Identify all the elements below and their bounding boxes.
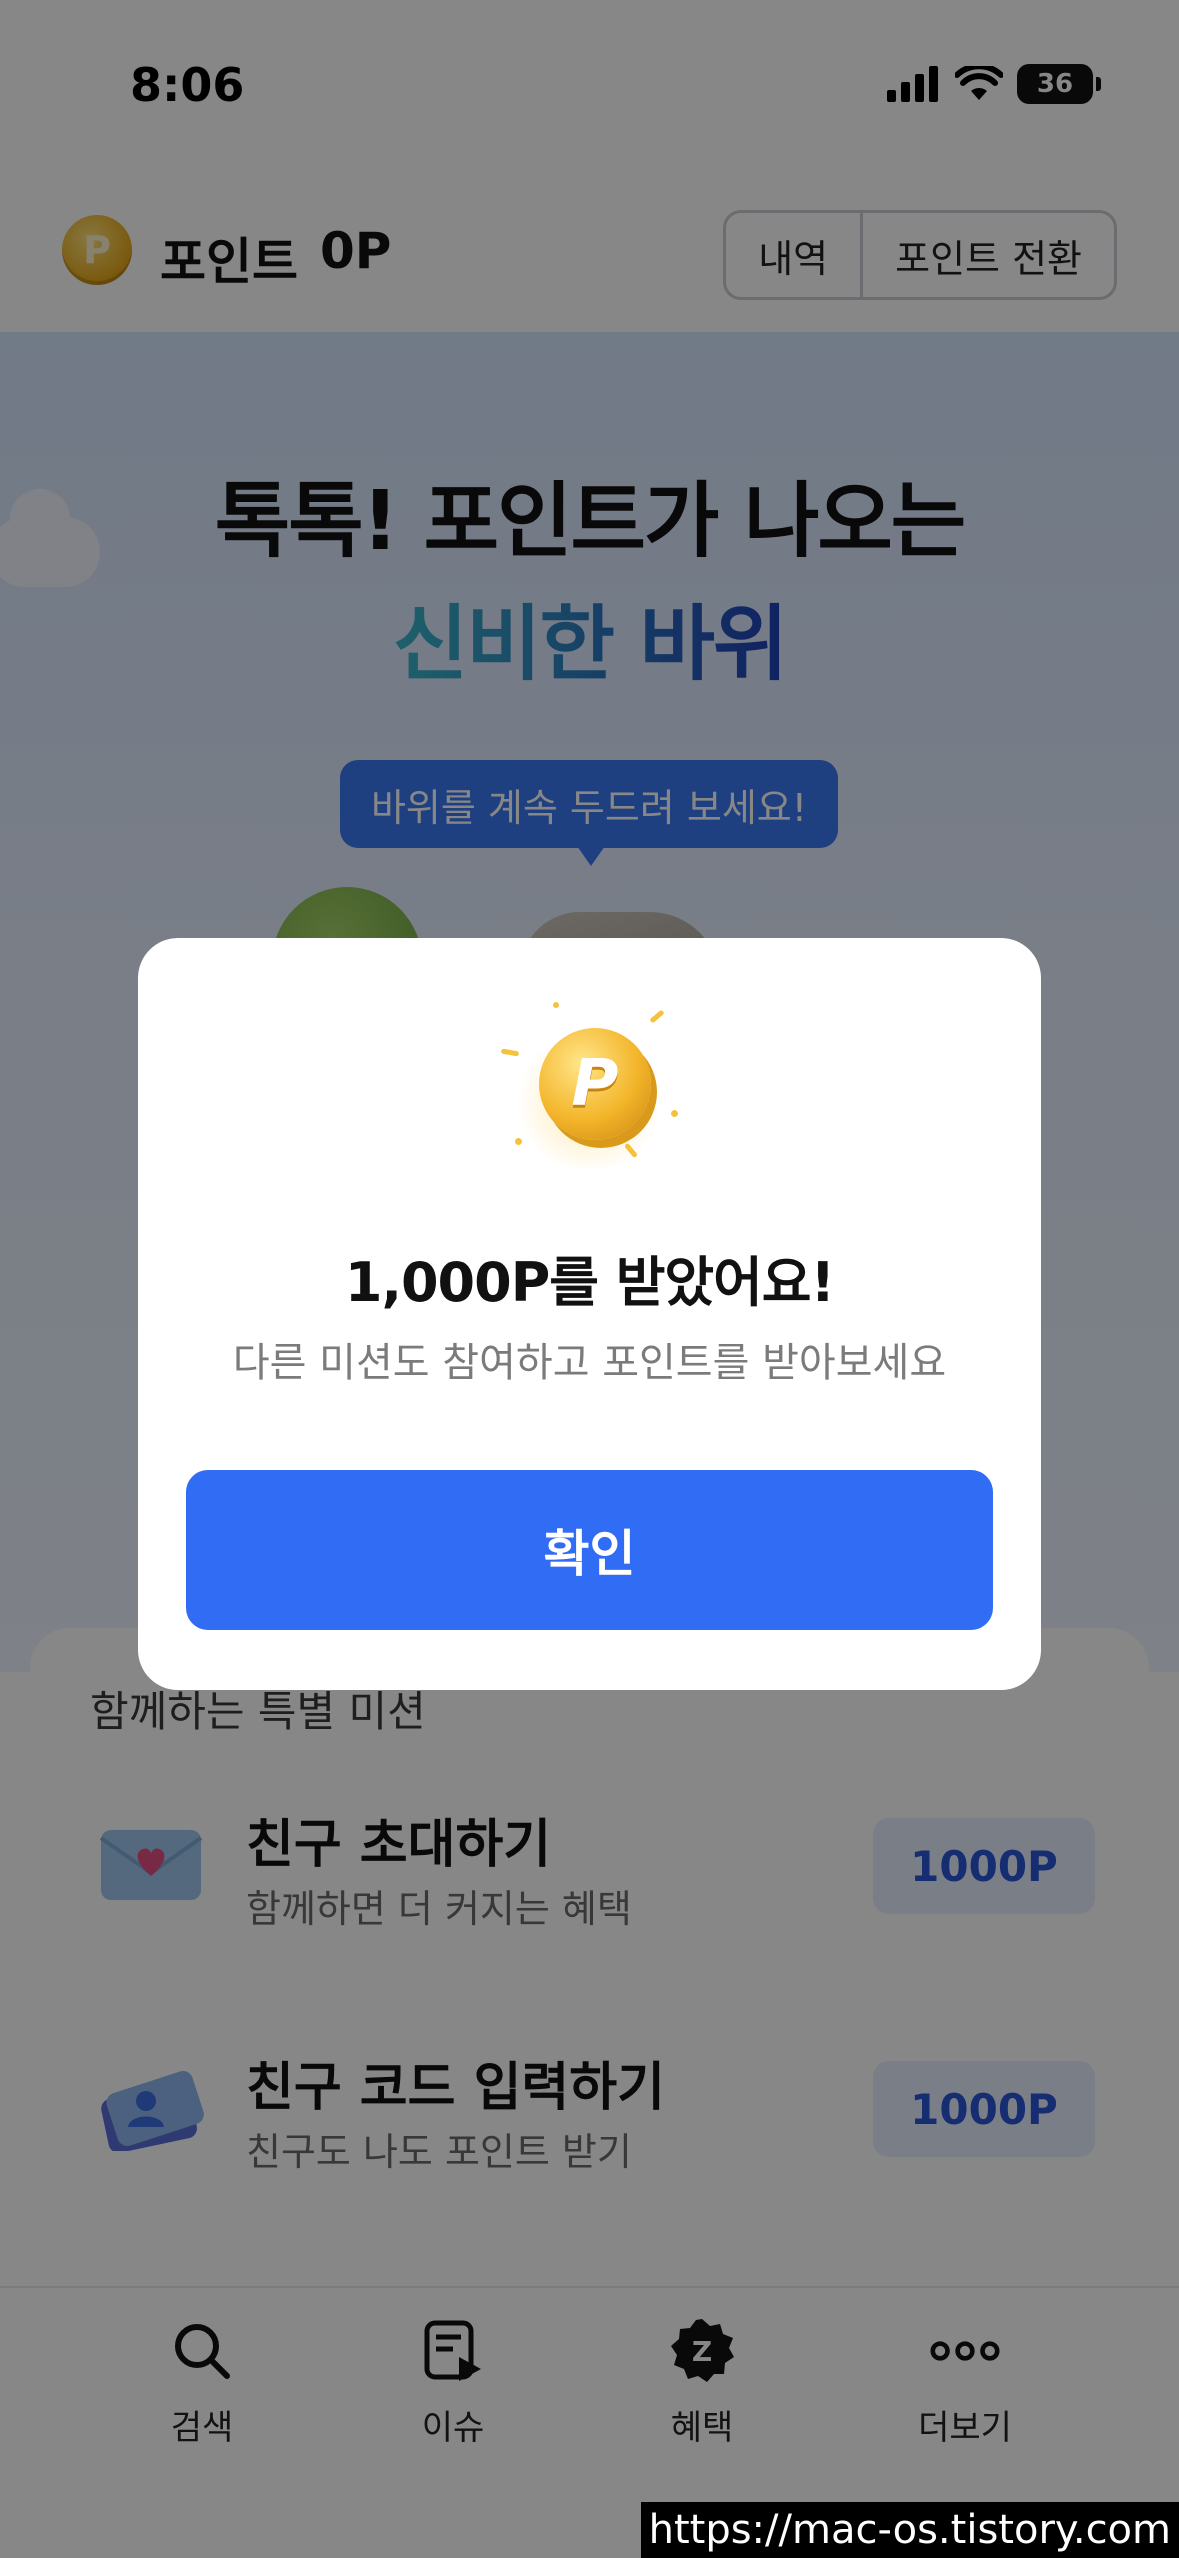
watermark: https://mac-os.tistory.com — [640, 2502, 1179, 2558]
coin-illustration: P — [489, 998, 689, 1168]
sparkle-icon — [500, 1048, 520, 1057]
point-reward-dialog: P 1,000P를 받았어요! 다른 미션도 참여하고 포인트를 받아보세요 확… — [138, 938, 1041, 1690]
gold-coin-icon: P — [539, 1028, 651, 1140]
sparkle-icon — [515, 1138, 522, 1145]
dialog-subtitle: 다른 미션도 참여하고 포인트를 받아보세요 — [232, 1340, 947, 1386]
confirm-button[interactable]: 확인 — [186, 1470, 993, 1630]
sparkle-icon — [671, 1110, 678, 1117]
sparkle-icon — [553, 1002, 559, 1008]
dialog-title: 1,000P를 받았어요! — [344, 1251, 835, 1314]
sparkle-icon — [649, 1009, 665, 1024]
